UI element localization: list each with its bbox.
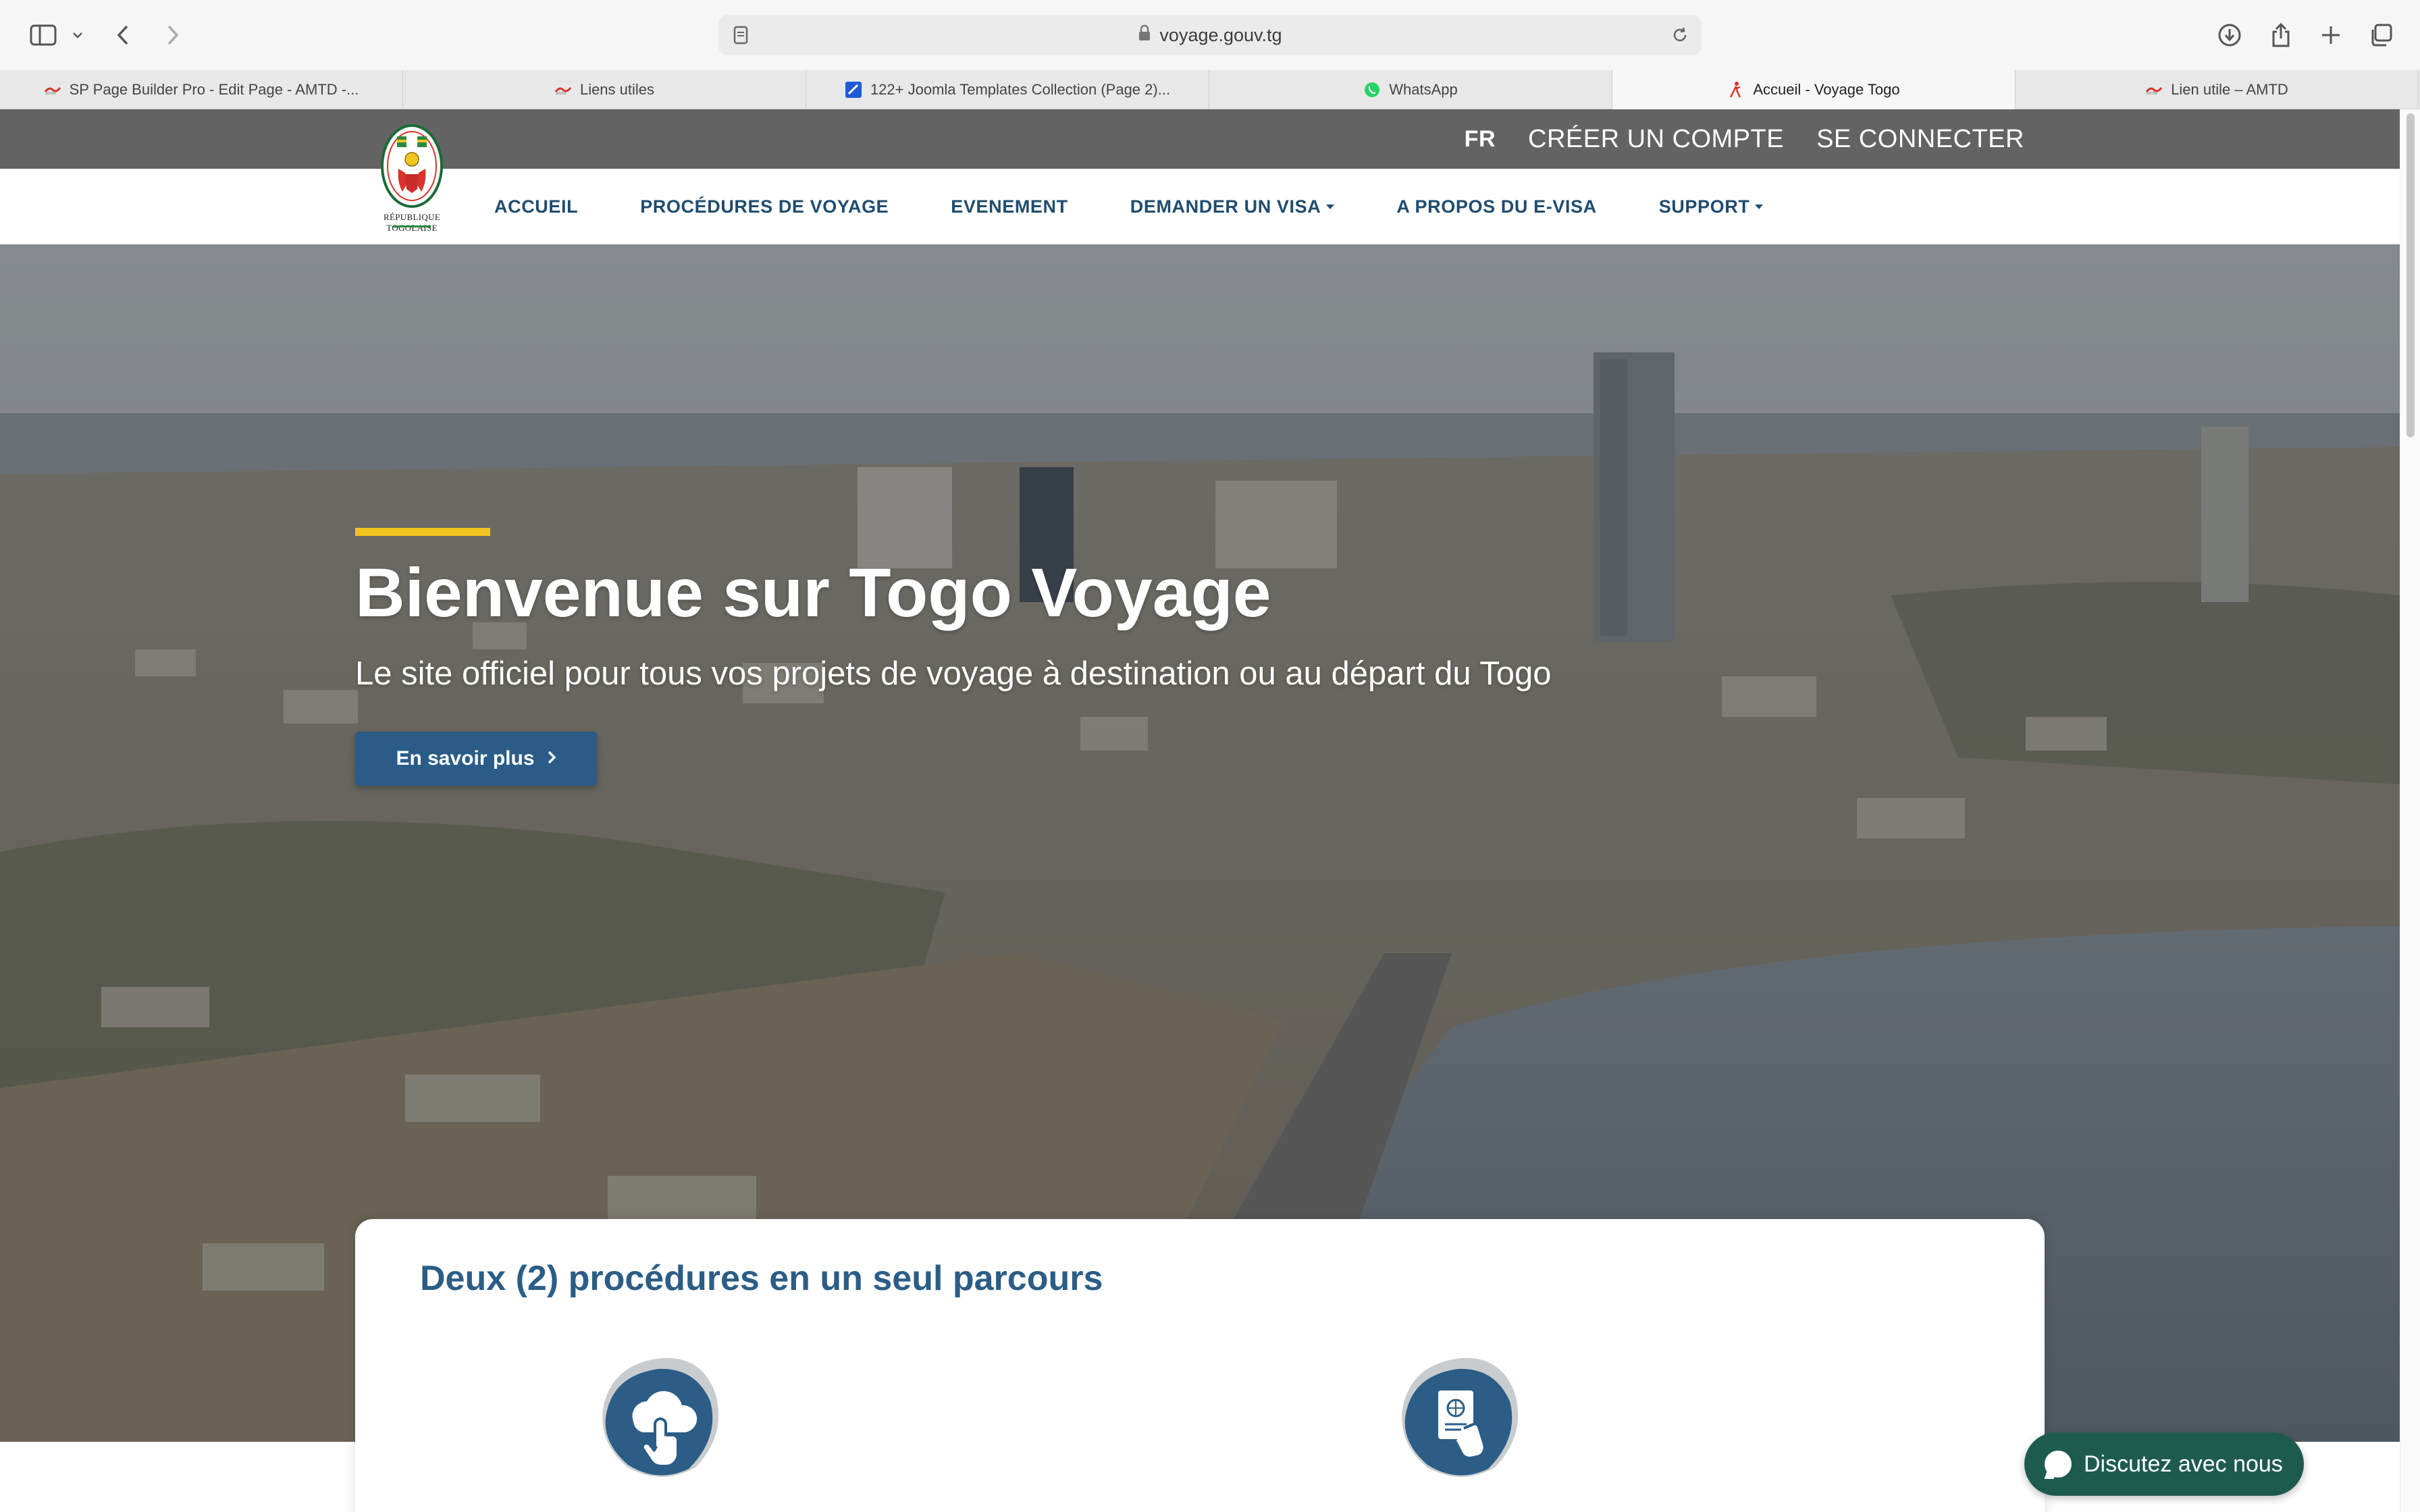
procedures-card: Deux (2) procédures en un seul parcours [355, 1219, 2045, 1512]
new-tab-icon[interactable] [2316, 15, 2346, 55]
hero-title: Bienvenue sur Togo Voyage [355, 554, 1271, 631]
nav-item-a-propos-du-e-visa[interactable]: A PROPOS DU E-VISA [1396, 196, 1596, 217]
procedures-title: Deux (2) procédures en un seul parcours [420, 1259, 1103, 1298]
login-link[interactable]: SE CONNECTER [1816, 125, 2024, 154]
chevron-down-icon[interactable] [68, 15, 88, 55]
joomla-templates-logo-icon [845, 81, 862, 99]
svg-text:amtd: amtd [2147, 91, 2157, 94]
chat-widget-button[interactable]: Discutez avec nous [2024, 1432, 2304, 1496]
nav-item-support[interactable]: SUPPORT [1659, 196, 1764, 217]
amtd-logo-icon: amtd [44, 81, 61, 99]
scrollbar-thumb[interactable] [2406, 113, 2415, 437]
address-bar[interactable]: voyage.gouv.tg [718, 15, 1702, 55]
downloads-icon[interactable] [2215, 15, 2244, 55]
learn-more-label: En savoir plus [396, 747, 535, 770]
online-click-icon [594, 1354, 729, 1482]
amtd-logo-icon: amtd [554, 81, 572, 99]
tab-joomla-templates[interactable]: 122+ Joomla Templates Collection (Page 2… [806, 70, 1209, 109]
passport-visa-icon [1394, 1354, 1529, 1482]
lock-icon [1138, 24, 1151, 47]
url-text: voyage.gouv.tg [1159, 24, 1282, 45]
hero-subtitle: Le site officiel pour tous vos projets d… [355, 655, 1552, 692]
back-icon[interactable] [108, 15, 138, 55]
amtd-logo-icon: amtd [2145, 81, 2163, 99]
logo-caption: RÉPUBLIQUE TOGOLAISE [384, 212, 440, 233]
nav-item-accueil[interactable]: ACCUEIL [494, 196, 578, 217]
sidebar-toggle-icon[interactable] [24, 15, 62, 55]
share-icon[interactable] [2266, 15, 2296, 55]
web-page: FR CRÉER UN COMPTE SE CONNECTER ACCUEIL … [0, 109, 2400, 1512]
tab-strip: amtd SP Page Builder Pro - Edit Page - A… [0, 70, 2420, 109]
voyage-togo-logo-icon [1727, 81, 1745, 99]
reload-icon[interactable] [1668, 15, 1692, 55]
tab-liens-utiles[interactable]: amtd Liens utiles [403, 70, 806, 109]
logo-underline [393, 225, 431, 227]
caret-down-icon [1755, 204, 1764, 209]
forward-icon[interactable] [158, 15, 188, 55]
whatsapp-logo-icon [1363, 81, 1381, 99]
tab-sp-page-builder[interactable]: amtd SP Page Builder Pro - Edit Page - A… [0, 70, 403, 109]
site-logo[interactable]: RÉPUBLIQUE TOGOLAISE [358, 122, 466, 240]
create-account-link[interactable]: CRÉER UN COMPTE [1528, 125, 1784, 154]
tab-overview-icon[interactable] [2366, 15, 2396, 55]
chat-label: Discutez avec nous [2084, 1451, 2283, 1477]
caret-down-icon [1326, 204, 1335, 209]
browser-toolbar: voyage.gouv.tg [0, 0, 2420, 70]
hero-accent-bar [355, 528, 490, 536]
svg-text:amtd: amtd [45, 91, 56, 94]
tab-whatsapp[interactable]: WhatsApp [1209, 70, 1612, 109]
learn-more-button[interactable]: En savoir plus [355, 732, 597, 786]
language-selector[interactable]: FR [1465, 126, 1496, 153]
chat-bubble-icon [2045, 1451, 2072, 1478]
nav-item-evenement[interactable]: EVENEMENT [951, 196, 1068, 217]
nav-item-demander-un-visa[interactable]: DEMANDER UN VISA [1130, 196, 1335, 217]
tab-accueil-voyage-togo[interactable]: Accueil - Voyage Togo [1612, 70, 2016, 109]
chevron-right-icon [547, 747, 556, 770]
svg-text:amtd: amtd [556, 91, 567, 94]
nav-item-procedures-de-voyage[interactable]: PROCÉDURES DE VOYAGE [640, 196, 889, 217]
page-scrollbar[interactable] [2400, 109, 2420, 1512]
tab-lien-utile-amtd[interactable]: amtd Lien utile – AMTD [2016, 70, 2419, 109]
coat-of-arms-icon [381, 124, 443, 208]
